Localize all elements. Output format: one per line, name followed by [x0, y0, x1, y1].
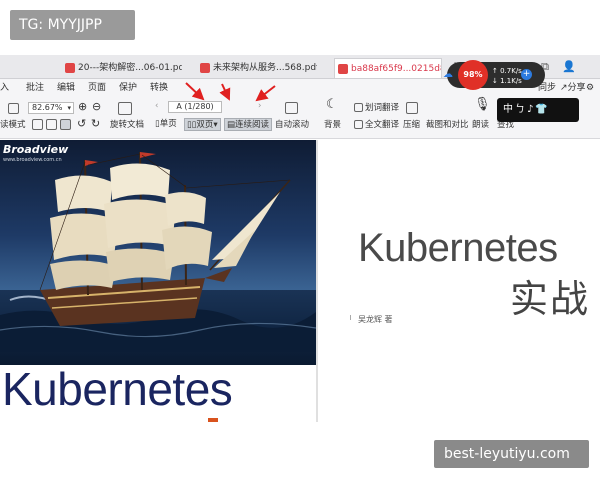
tab-label: ba88af65f9...0215d8.pdf	[351, 64, 441, 74]
rotate-right-icon[interactable]: ↻	[91, 118, 100, 129]
single-page-label: 单页	[159, 119, 177, 129]
author-name: 吴龙辉 著	[358, 315, 393, 324]
background-button[interactable]: 背景	[324, 120, 341, 131]
screenshot: 20---架构解密...06-01.pdf ▢ 未来架构从服务...568.pd…	[0, 0, 600, 480]
rotate-doc-button[interactable]: 旋转文档	[110, 120, 144, 131]
zoom-out-icon[interactable]: ⊖	[92, 101, 101, 112]
screenshot-compare-button[interactable]: 截图和对比	[426, 120, 469, 131]
settings-icon[interactable]: ⚙	[586, 81, 594, 95]
tab-document-1[interactable]: 20---架构解密...06-01.pdf ▢	[62, 58, 182, 78]
tab-document-3[interactable]: ba88af65f9...0215d8.pdf ×	[334, 58, 442, 78]
cover-accent-mark	[208, 418, 218, 422]
document-view[interactable]: Broadview www.broadview.com.cn Kubernete…	[0, 140, 600, 422]
cover-page: Broadview www.broadview.com.cn Kubernete…	[0, 140, 316, 422]
rotate-left-icon[interactable]: ↺	[77, 118, 86, 129]
auto-scroll-icon	[285, 102, 298, 114]
pdf-icon	[65, 63, 75, 73]
continuous-read-label: 连续阅读	[235, 120, 270, 130]
zoom-value: 82.67%	[32, 103, 63, 112]
zoom-in-icon[interactable]: ⊕	[78, 101, 87, 112]
chevron-down-icon[interactable]: ▾	[67, 103, 71, 113]
upload-speed: ↑ 0.7K/s	[492, 67, 522, 75]
menu-item-edit[interactable]: 编辑	[57, 81, 75, 95]
tab-document-2[interactable]: 未来架构从服务...568.pdf ▢	[197, 58, 317, 78]
word-translate-icon	[354, 103, 363, 112]
sailing-ship-illustration	[0, 151, 316, 352]
page-divider	[316, 140, 318, 422]
tab-label: 未来架构从服务...568.pdf	[213, 63, 317, 73]
download-speed-value: 1.1K/s	[500, 77, 522, 85]
menu-item-annotate[interactable]: 批注	[26, 81, 44, 95]
pdf-icon	[338, 64, 348, 74]
page-number-input[interactable]: A (1/280)	[168, 101, 222, 113]
publisher-logo: Broadview	[3, 143, 69, 156]
next-page-icon[interactable]: ›	[258, 101, 261, 112]
prev-page-icon[interactable]: ‹	[155, 101, 158, 112]
double-page-button[interactable]: ▯▯双页▾	[184, 118, 221, 131]
read-aloud-button[interactable]: 朗读	[472, 120, 489, 131]
cloud-sync-icon[interactable]: ☁	[443, 70, 457, 80]
fit-page-icon[interactable]	[46, 119, 57, 130]
microphone-icon: 🎙	[474, 97, 491, 112]
share-label: 分享	[567, 83, 586, 93]
download-speed: ↓ 1.1K/s	[492, 77, 522, 85]
rotate-doc-icon	[118, 102, 132, 115]
moon-icon: ☾	[326, 97, 338, 112]
memory-percent-badge[interactable]: 98%	[458, 60, 488, 90]
page-value: A (1/280)	[176, 102, 214, 111]
menu-item-convert[interactable]: 转换	[150, 81, 168, 95]
watermark-bottom: best-leyutiyu.com	[434, 440, 589, 468]
double-page-icon: ▯▯	[187, 120, 197, 130]
single-page-button[interactable]: ▯单页	[153, 118, 179, 131]
double-page-label: 双页	[196, 120, 214, 130]
ime-toolbar[interactable]: 中ㄅ♪👕	[497, 98, 579, 122]
menu-item-protect[interactable]: 保护	[119, 81, 137, 95]
menu-item-page[interactable]: 页面	[88, 81, 106, 95]
compress-icon	[406, 102, 418, 114]
author-mark	[350, 315, 355, 320]
avatar[interactable]: 👤	[560, 58, 578, 76]
continuous-read-button[interactable]: ▤连续阅读	[224, 118, 273, 131]
auto-scroll-button[interactable]: 自动滚动	[275, 120, 309, 131]
zoom-input[interactable]: 82.67% ▾	[28, 102, 74, 114]
view-icon[interactable]	[8, 103, 19, 114]
cover-title: Kubernetes	[2, 363, 233, 415]
continuous-icon: ▤	[227, 120, 236, 130]
chevron-down-icon[interactable]: ▾	[213, 120, 217, 130]
actual-size-icon[interactable]	[60, 119, 71, 130]
add-icon[interactable]: +	[521, 69, 532, 80]
watermark-top: TG: MYYJJPP	[10, 10, 135, 40]
word-translate-button[interactable]: 划词翻译	[365, 103, 399, 114]
pdf-icon	[200, 63, 210, 73]
fit-width-icon[interactable]	[32, 119, 43, 130]
full-translate-button[interactable]: 全文翻译	[365, 120, 399, 131]
title-page-subtitle: 实战	[510, 277, 591, 321]
title-page-heading: Kubernetes	[358, 226, 558, 270]
menu-item-insert[interactable]: 入	[0, 81, 9, 95]
share-button[interactable]: ↗分享	[560, 81, 586, 95]
upload-speed-value: 0.7K/s	[500, 67, 522, 75]
publisher-url: www.broadview.com.cn	[3, 157, 62, 163]
read-mode-label[interactable]: 读模式	[0, 120, 26, 131]
tab-label: 20---架构解密...06-01.pdf	[78, 63, 182, 73]
full-translate-icon	[354, 120, 363, 129]
compress-button[interactable]: 压缩	[403, 120, 420, 131]
